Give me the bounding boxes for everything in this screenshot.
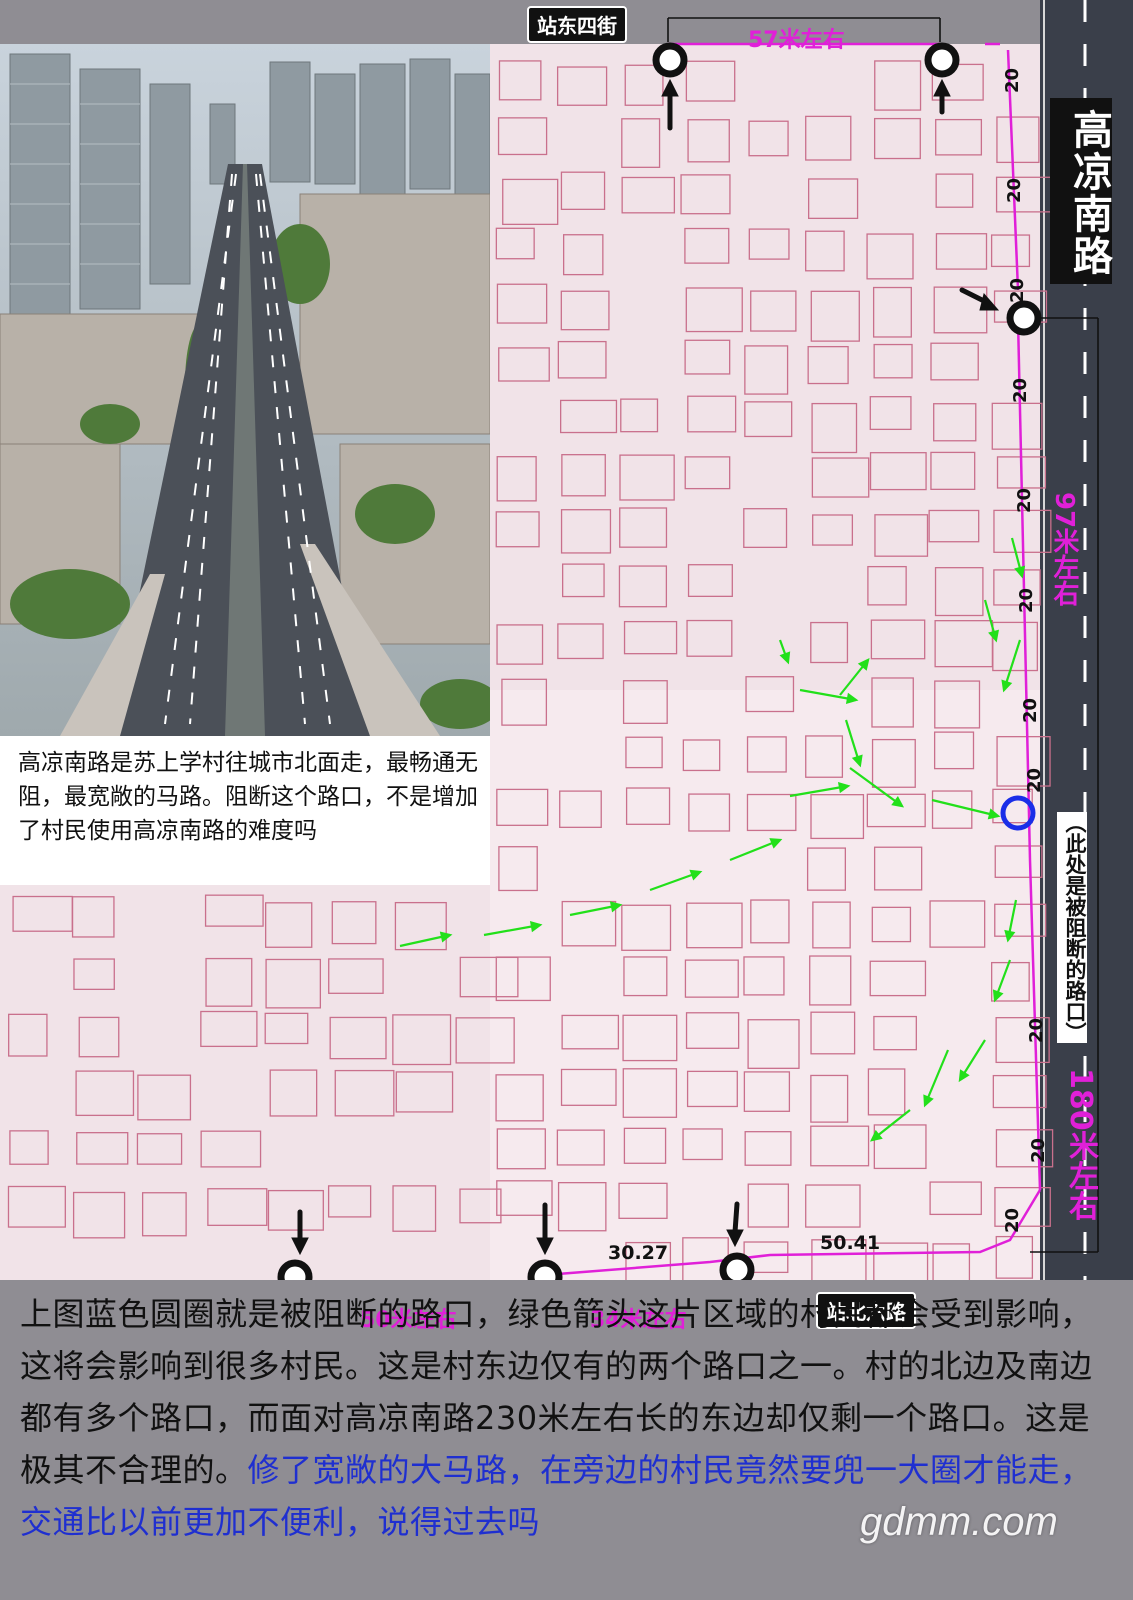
road-width-mark: 20	[1028, 1137, 1050, 1164]
road-width-mark: 20	[1002, 1207, 1024, 1234]
road-width-mark: 20	[1004, 177, 1026, 204]
measurement-a: 30.27	[608, 1242, 669, 1264]
distance-right-upper: 97米左右	[1049, 492, 1079, 607]
watermark: gdmm.com	[860, 1500, 1058, 1544]
road-width-mark: 20	[1014, 487, 1036, 514]
road-width-mark: 20	[1026, 1017, 1048, 1044]
blocked-intersection-note: （此处是被阻断的路口）	[1057, 812, 1087, 1043]
measurement-b: 50.41	[820, 1232, 881, 1254]
photo-caption: 高凉南路是苏上学村往城市北面走，最畅通无阻，最宽敞的马路。阻断这个路口，不是增加…	[0, 736, 490, 885]
road-width-mark: 20	[1007, 277, 1029, 304]
road-name-label: 高凉南路	[1050, 98, 1112, 284]
road-width-mark: 20	[1010, 377, 1032, 404]
street-label-north: 站东四街	[527, 6, 627, 43]
distance-right-lower: 180米左右	[1063, 1068, 1098, 1221]
road-width-mark: 20	[1002, 67, 1024, 94]
road-width-mark: 20	[1020, 697, 1042, 724]
road-width-mark: 20	[1016, 587, 1038, 614]
aerial-road-photo	[0, 44, 490, 736]
road-width-mark: 20	[1024, 767, 1046, 794]
distance-top: 57米左右	[748, 28, 845, 53]
